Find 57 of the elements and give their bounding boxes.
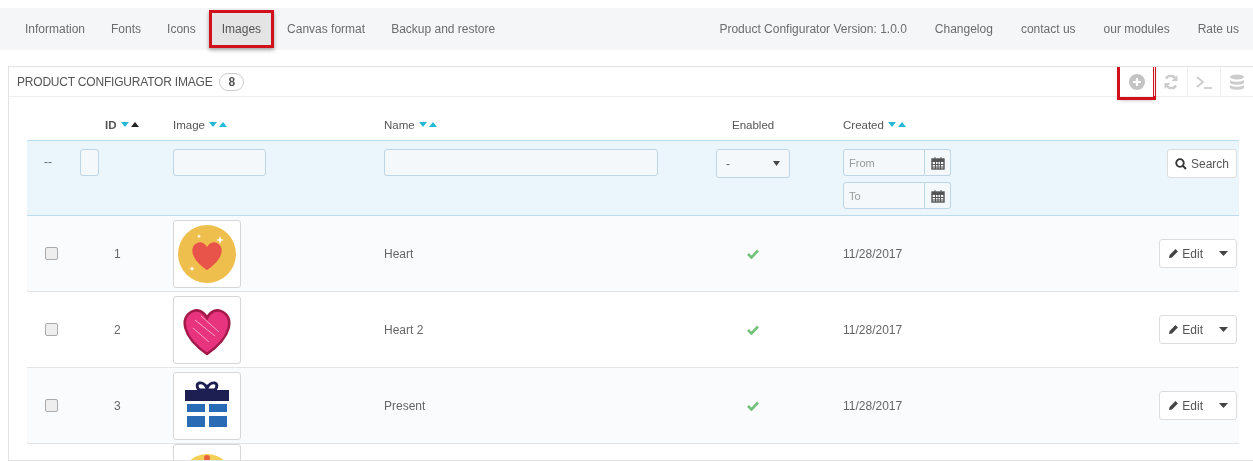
sketched-gift-thumbnail (173, 371, 241, 440)
caret-icon (1219, 327, 1228, 332)
nav-link[interactable]: contact us (1006, 22, 1090, 36)
nav-link[interactable]: Rate us (1183, 22, 1253, 36)
name-cell: Present (384, 398, 426, 413)
column-header: ID (105, 118, 117, 131)
nav-tab[interactable]: Icons (154, 10, 209, 48)
row-checkbox[interactable] (45, 323, 58, 336)
pencil-icon (1168, 400, 1180, 411)
nav-tab[interactable]: Images (208, 10, 275, 48)
sketched-heart-thumbnail (173, 295, 241, 364)
column-header: Image (173, 118, 205, 131)
nav-link[interactable]: Changelog (920, 22, 1007, 36)
column-header: Created (843, 118, 884, 131)
date-to-field[interactable]: To (843, 182, 925, 209)
nav-tab[interactable]: Fonts (98, 10, 155, 48)
add-icon (1127, 72, 1146, 91)
date-from-field[interactable]: From (843, 149, 925, 176)
calendar-button[interactable] (925, 182, 951, 209)
row-checkbox[interactable] (45, 399, 58, 412)
id-cell: 2 (114, 322, 121, 337)
bulk-action-marker: -- (44, 155, 52, 169)
panel-title: PRODUCT CONFIGURATOR IMAGE (17, 74, 213, 89)
id-cell: 3 (114, 398, 121, 413)
name-filter-field[interactable] (384, 149, 658, 176)
caret-icon (1219, 403, 1228, 408)
refresh-icon (1162, 72, 1180, 91)
column-header: Enabled (732, 118, 775, 131)
calendar-button[interactable] (925, 149, 951, 176)
nav-link[interactable]: our modules (1089, 22, 1184, 36)
nav-tab[interactable]: Backup and restore (378, 10, 509, 48)
created-cell: 11/28/2017 (843, 246, 903, 261)
pencil-icon (1168, 248, 1180, 259)
search-button[interactable]: Search (1166, 149, 1237, 178)
name-cell: Heart 2 (384, 322, 424, 337)
heart-badge-thumbnail (173, 219, 241, 288)
caret-icon (773, 161, 780, 166)
nav-link[interactable]: Product Configurator Version: 1.0.0 (705, 22, 921, 36)
sort-arrows-icon[interactable] (119, 120, 140, 129)
name-cell: Heart (384, 246, 414, 261)
created-cell: 11/28/2017 (843, 398, 903, 413)
id-cell: 1 (114, 246, 121, 261)
calendar-icon (930, 188, 945, 203)
caret-icon (1219, 251, 1228, 256)
database-icon (1228, 72, 1246, 91)
enabled-filter-select[interactable]: - (716, 149, 790, 178)
toolbar-button[interactable] (1119, 67, 1154, 98)
column-header: Name (384, 118, 415, 131)
nav-tab[interactable]: Canvas format (274, 10, 379, 48)
nav-tab[interactable]: Information (12, 10, 99, 48)
image-filter-field[interactable] (173, 149, 266, 176)
row-checkbox[interactable] (45, 247, 58, 260)
id-filter-field[interactable] (80, 149, 99, 176)
pencil-icon (1168, 324, 1180, 335)
search-icon (1174, 157, 1187, 170)
created-cell: 11/28/2017 (843, 322, 903, 337)
calendar-icon (930, 155, 945, 170)
